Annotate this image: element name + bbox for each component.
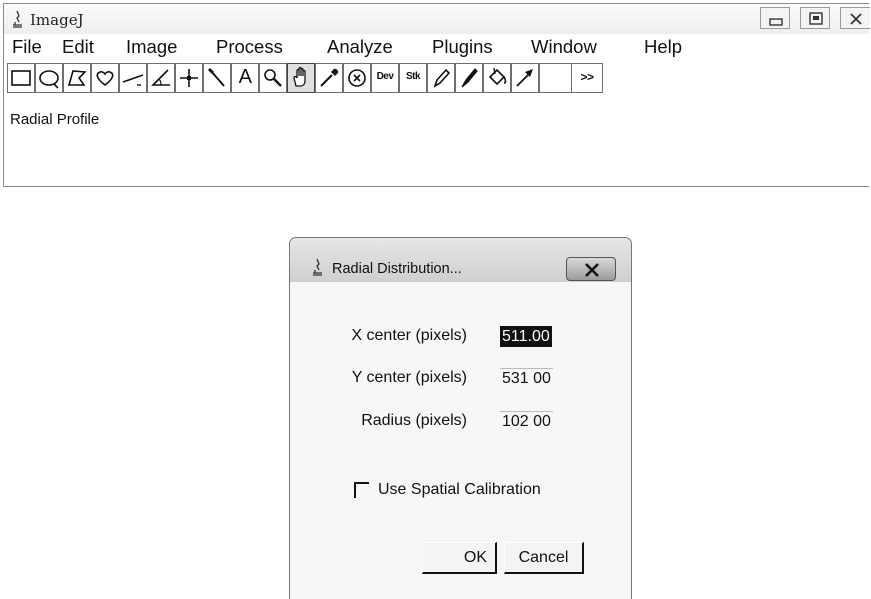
y-center-label: Y center (pixels) — [351, 369, 467, 386]
hand-icon — [293, 66, 306, 87]
stk-menu-tool[interactable]: Stk — [399, 63, 427, 93]
line-tool[interactable] — [119, 63, 147, 93]
cancel-button[interactable]: Cancel — [504, 542, 584, 574]
menu-bar: File Edit Image Process Analyze Plugins … — [4, 34, 869, 62]
flood-fill-tool[interactable] — [483, 63, 511, 93]
menu-analyze[interactable]: Analyze — [327, 34, 393, 60]
close-icon — [585, 263, 599, 277]
y-center-field[interactable]: 531 00 — [500, 368, 553, 389]
flood-fill-icon — [488, 67, 507, 86]
close-button[interactable] — [840, 7, 870, 29]
status-bar: Radial Profile — [4, 96, 869, 144]
magnifier-icon — [264, 69, 282, 87]
dev-menu-tool[interactable]: Dev — [371, 63, 399, 93]
point-icon — [180, 69, 198, 87]
text-tool[interactable]: A — [231, 63, 259, 93]
radius-label: Radius (pixels) — [361, 412, 467, 429]
maximize-icon — [809, 12, 823, 25]
more-tools-icon: >> — [580, 70, 594, 84]
microscope-icon — [10, 10, 24, 28]
more-tools-button[interactable]: >> — [571, 63, 603, 93]
magnifier-tool[interactable] — [259, 63, 287, 93]
menu-plugins[interactable]: Plugins — [432, 34, 493, 60]
menu-help[interactable]: Help — [644, 34, 682, 60]
dropper-tool[interactable] — [315, 63, 343, 93]
dialog-titlebar[interactable]: Radial Distribution... — [290, 238, 631, 282]
text-icon: A — [238, 66, 252, 88]
menu-image[interactable]: Image — [126, 34, 177, 60]
blank-tool-slot — [539, 63, 571, 93]
menu-edit[interactable]: Edit — [62, 34, 94, 60]
microscope-icon — [310, 258, 324, 281]
arrow-tool[interactable] — [511, 63, 539, 93]
x-center-label: X center (pixels) — [351, 327, 467, 344]
wand-icon — [207, 67, 225, 87]
pencil-icon — [433, 68, 451, 88]
dev-icon: Dev — [376, 71, 394, 82]
stk-icon: Stk — [405, 71, 421, 82]
angle-tool[interactable] — [147, 63, 175, 93]
dropper-icon — [320, 68, 339, 87]
line-icon — [122, 74, 144, 86]
radial-distribution-dialog: Radial Distribution... X center (pixels)… — [289, 237, 632, 599]
oval-icon — [39, 70, 59, 89]
point-tool[interactable] — [175, 63, 203, 93]
rectangle-icon — [11, 70, 31, 86]
macro-icon — [348, 69, 366, 87]
maximize-button[interactable] — [800, 7, 830, 29]
menu-file[interactable]: File — [12, 34, 42, 60]
ok-button[interactable]: OK — [422, 542, 497, 574]
spatial-calibration-checkbox[interactable] — [354, 482, 369, 498]
close-icon — [850, 13, 862, 25]
toolbar: A Dev Stk >> — [4, 62, 869, 96]
brush-icon — [461, 68, 478, 88]
polygon-icon — [67, 70, 87, 86]
hand-tool[interactable] — [287, 63, 315, 93]
radius-field[interactable]: 102 00 — [500, 411, 553, 432]
pencil-tool[interactable] — [427, 63, 455, 93]
minimize-button[interactable] — [760, 7, 790, 29]
blank-slot-icon — [541, 66, 565, 90]
dialog-title: Radial Distribution... — [332, 261, 462, 277]
freehand-icon — [96, 71, 114, 87]
freehand-tool[interactable] — [91, 63, 119, 93]
oval-tool[interactable] — [35, 63, 63, 93]
window-title: ImageJ — [30, 11, 84, 29]
polygon-tool[interactable] — [63, 63, 91, 93]
spatial-calibration-label: Use Spatial Calibration — [378, 481, 541, 498]
arrow-icon — [516, 69, 533, 87]
status-text: Radial Profile — [10, 111, 100, 128]
rectangle-tool[interactable] — [7, 63, 35, 93]
imagej-window: ImageJ File Edit Image Process Analyze P… — [3, 3, 870, 187]
angle-icon — [151, 69, 170, 86]
macro-tool[interactable] — [343, 63, 371, 93]
wand-tool[interactable] — [203, 63, 231, 93]
menu-window[interactable]: Window — [531, 34, 597, 60]
dialog-close-button[interactable] — [566, 257, 616, 281]
minimize-icon — [769, 18, 783, 26]
window-titlebar[interactable]: ImageJ — [4, 4, 870, 34]
brush-tool[interactable] — [455, 63, 483, 93]
x-center-field[interactable]: 511.00 — [500, 326, 552, 347]
menu-process[interactable]: Process — [216, 34, 283, 60]
